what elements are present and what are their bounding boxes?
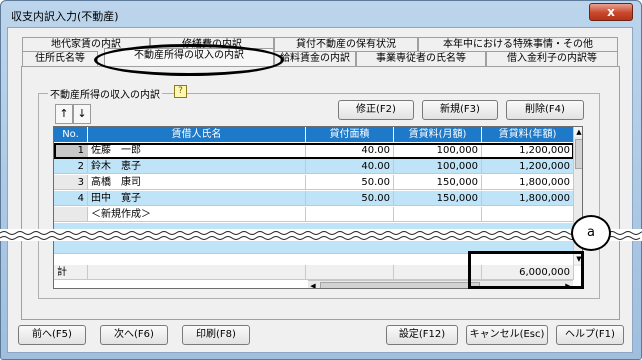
col-header-tenant[interactable]: 賃借人氏名 — [88, 127, 306, 142]
help-button[interactable]: ヘルプ(F1) — [556, 325, 624, 345]
monthly-rent[interactable]: 150,000 — [394, 175, 482, 190]
tenant-name[interactable]: 佐藤 一郎 — [88, 143, 306, 158]
new-button[interactable]: 新規(F3) — [422, 100, 498, 120]
scroll-up-arrow-icon[interactable]: ▲ — [574, 127, 582, 137]
scroll-left-arrow-icon[interactable]: ◀ — [308, 281, 318, 288]
table-row[interactable]: 2 鈴木 恵子 40.00 100,000 1,200,000 — [54, 159, 574, 174]
empty-cell[interactable] — [394, 207, 482, 222]
row-number: 3 — [54, 175, 88, 190]
move-up-button[interactable]: ↑ — [55, 104, 73, 124]
table-row[interactable]: 3 高橋 康司 50.00 150,000 1,800,000 — [54, 175, 574, 190]
yearly-rent[interactable]: 1,200,000 — [482, 143, 574, 158]
row-number: 1 — [54, 143, 88, 158]
area-value[interactable]: 40.00 — [306, 159, 394, 174]
empty-cell[interactable] — [482, 207, 574, 222]
row-number — [54, 207, 88, 222]
col-header-no[interactable]: No. — [54, 127, 88, 142]
yearly-rent[interactable]: 1,800,000 — [482, 191, 574, 206]
tenant-name[interactable]: 田中 寛子 — [88, 191, 306, 206]
tenant-name[interactable]: 鈴木 恵子 — [88, 159, 306, 174]
tab-family-employees[interactable]: 事業専従者の氏名等 — [356, 51, 486, 66]
cancel-button[interactable]: キャンセル(Esc) — [466, 325, 548, 345]
prev-button[interactable]: 前へ(F5) — [18, 325, 86, 345]
col-header-area[interactable]: 貸付面積 — [306, 127, 394, 142]
next-button[interactable]: 次へ(F6) — [100, 325, 168, 345]
area-value[interactable]: 50.00 — [306, 191, 394, 206]
scroll-thumb[interactable] — [320, 282, 480, 288]
title-bar: 収支内訳入力(不動産) x — [1, 1, 641, 29]
monthly-rent[interactable]: 100,000 — [394, 143, 482, 158]
area-value[interactable]: 40.00 — [306, 143, 394, 158]
yearly-rent[interactable]: 1,200,000 — [482, 159, 574, 174]
tab-salary-details[interactable]: 給料賃金の内訳 — [274, 51, 356, 66]
edit-button[interactable]: 修正(F2) — [338, 100, 414, 120]
tab-highlight-ring — [94, 44, 284, 76]
scroll-thumb[interactable] — [575, 139, 582, 169]
tab-property-holdings[interactable]: 貸付不動産の保有状況 — [274, 37, 418, 52]
total-highlight-box — [468, 251, 584, 289]
new-row[interactable]: ＜新規作成＞ — [54, 207, 574, 222]
hint-icon[interactable]: ? — [174, 85, 187, 98]
settings-button[interactable]: 設定(F12) — [386, 325, 458, 345]
row-number: 4 — [54, 191, 88, 206]
tab-special-circumstances[interactable]: 本年中における特殊事情・その他 — [418, 37, 618, 52]
group-title: 不動産所得の収入の内訳 — [48, 86, 162, 101]
table-row[interactable]: 1 佐藤 一郎 40.00 100,000 1,200,000 — [54, 143, 574, 158]
tab-loan-interest[interactable]: 借入金利子の内訳等 — [486, 51, 618, 66]
omission-break-line — [0, 229, 642, 241]
total-label: 計 — [54, 265, 88, 280]
col-header-yearly[interactable]: 賃貸料(年額) — [482, 127, 574, 142]
print-button[interactable]: 印刷(F8) — [182, 325, 250, 345]
total-empty — [306, 265, 394, 280]
table-row[interactable]: 4 田中 寛子 50.00 150,000 1,800,000 — [54, 191, 574, 206]
move-down-button[interactable]: ↓ — [73, 104, 91, 124]
new-row-label[interactable]: ＜新規作成＞ — [88, 207, 306, 222]
close-button[interactable]: x — [589, 3, 633, 21]
window-title: 収支内訳入力(不動産) — [11, 10, 119, 23]
monthly-rent[interactable]: 150,000 — [394, 191, 482, 206]
area-value[interactable]: 50.00 — [306, 175, 394, 190]
total-empty — [88, 265, 306, 280]
monthly-rent[interactable]: 100,000 — [394, 159, 482, 174]
empty-cell[interactable] — [306, 207, 394, 222]
delete-button[interactable]: 削除(F4) — [506, 100, 584, 120]
tab-address-name[interactable]: 住所氏名等 — [22, 51, 98, 66]
tenant-name[interactable]: 高橋 康司 — [88, 175, 306, 190]
callout-label-a: a — [571, 215, 611, 251]
yearly-rent[interactable]: 1,800,000 — [482, 175, 574, 190]
row-number: 2 — [54, 159, 88, 174]
col-header-monthly[interactable]: 賃貸料(月額) — [394, 127, 482, 142]
